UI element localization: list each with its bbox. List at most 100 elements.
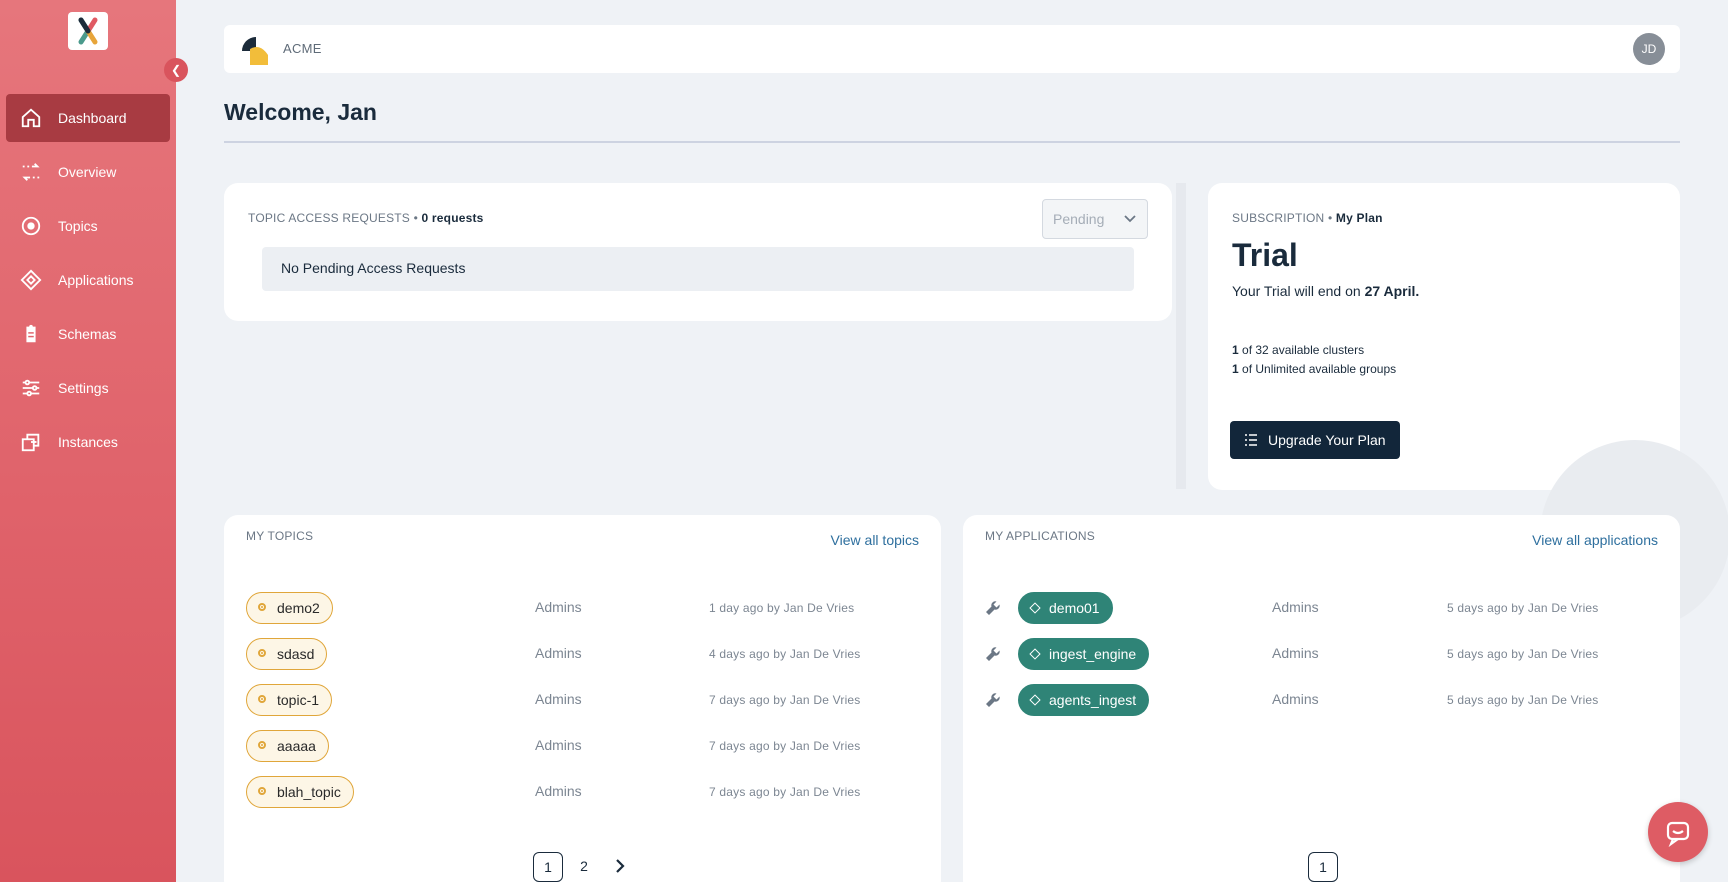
application-chip[interactable]: ingest_engine [1018, 638, 1150, 670]
chat-icon [1666, 821, 1690, 847]
flow-icon [20, 161, 42, 183]
owner-text: Admins [1272, 691, 1319, 707]
table-row: demo01 Admins 5 days ago by Jan De Vries [963, 592, 1680, 624]
table-row: ingest_engine Admins 5 days ago by Jan D… [963, 638, 1680, 670]
trial-end-text: Your Trial will end on 27 April. [1232, 283, 1419, 299]
chevron-right-icon [616, 859, 625, 873]
my-applications-card: MY APPLICATIONS View all applications de… [963, 515, 1680, 882]
updated-text: 4 days ago by Jan De Vries [709, 647, 861, 661]
owner-text: Admins [1272, 645, 1319, 661]
groups-used: 1 [1232, 362, 1239, 376]
sidebar-item-overview[interactable]: Overview [6, 148, 170, 196]
sidebar-collapse-button[interactable]: ❮ [164, 58, 188, 82]
sidebar-item-label: Applications [58, 272, 134, 288]
diamond-icon [20, 269, 42, 291]
wrench-icon [986, 647, 1000, 661]
wrench-icon [986, 601, 1000, 615]
sidebar-item-topics[interactable]: Topics [6, 202, 170, 250]
clusters-text: of 32 available clusters [1242, 343, 1365, 357]
stack-icon [20, 431, 42, 453]
sidebar-item-dashboard[interactable]: Dashboard [6, 94, 170, 142]
topic-chip[interactable]: topic-1 [246, 684, 333, 716]
org-logo [238, 33, 270, 65]
sidebar-item-settings[interactable]: Settings [6, 364, 170, 412]
status-filter-value: Pending [1053, 211, 1105, 227]
sidebar-item-label: Dashboard [58, 110, 127, 126]
table-row: topic-1 Admins 7 days ago by Jan De Vrie… [224, 684, 941, 716]
app-logo[interactable] [68, 12, 108, 50]
table-row: blah_topic Admins 7 days ago by Jan De V… [224, 776, 941, 808]
subscription-header: SUBSCRIPTION • My Plan [1232, 211, 1383, 225]
updated-text: 5 days ago by Jan De Vries [1447, 693, 1599, 707]
table-row: demo2 Admins 1 day ago by Jan De Vries [224, 592, 941, 624]
subscription-title: SUBSCRIPTION [1232, 211, 1325, 225]
access-requests-title: TOPIC ACCESS REQUESTS [248, 211, 411, 225]
application-name: ingest_engine [1049, 646, 1137, 662]
topic-chip[interactable]: blah_topic [246, 776, 354, 808]
subscription-subtitle: My Plan [1335, 211, 1383, 225]
page-button[interactable]: 2 [569, 852, 599, 882]
page-button[interactable]: 1 [533, 852, 563, 882]
updated-text: 7 days ago by Jan De Vries [709, 739, 861, 753]
next-page-button[interactable] [605, 852, 635, 882]
top-bar: ACME JD [224, 25, 1680, 73]
sidebar-item-label: Settings [58, 380, 109, 396]
sidebar-item-instances[interactable]: Instances [6, 418, 170, 466]
owner-text: Admins [1272, 599, 1319, 615]
page-button[interactable]: 1 [1308, 852, 1338, 882]
chevron-left-icon: ❮ [170, 63, 182, 77]
application-name: demo01 [1049, 600, 1100, 616]
updated-text: 5 days ago by Jan De Vries [1447, 601, 1599, 615]
plan-name: Trial [1232, 237, 1298, 273]
sidebar: Dashboard Overview Topics Applications S… [0, 0, 176, 882]
org-name: ACME [283, 41, 322, 56]
table-row: agents_ingest Admins 5 days ago by Jan D… [963, 684, 1680, 716]
diamond-icon [1029, 648, 1041, 660]
groups-text: of Unlimited available groups [1242, 362, 1397, 376]
panel-divider [1176, 183, 1186, 489]
topic-chip[interactable]: sdasd [246, 638, 328, 670]
updated-text: 5 days ago by Jan De Vries [1447, 647, 1599, 661]
application-chip[interactable]: demo01 [1018, 592, 1113, 624]
updated-text: 7 days ago by Jan De Vries [709, 693, 861, 707]
table-row: sdasd Admins 4 days ago by Jan De Vries [224, 638, 941, 670]
access-requests-count: 0 requests [421, 211, 484, 225]
owner-text: Admins [535, 691, 582, 707]
owner-text: Admins [535, 737, 582, 753]
page-title: Welcome, Jan [224, 99, 377, 125]
updated-text: 1 day ago by Jan De Vries [709, 601, 855, 615]
home-icon [20, 107, 42, 129]
status-filter-select[interactable]: Pending [1042, 199, 1148, 239]
wrench-icon [986, 693, 1000, 707]
table-row: aaaaa Admins 7 days ago by Jan De Vries [224, 730, 941, 762]
view-all-applications-link[interactable]: View all applications [1532, 532, 1658, 548]
diamond-icon [1029, 694, 1041, 706]
trial-end-prefix: Your Trial will end on [1232, 283, 1361, 299]
topic-chip[interactable]: demo2 [246, 592, 333, 624]
clipboard-icon [20, 323, 42, 345]
application-name: agents_ingest [1049, 692, 1137, 708]
upgrade-plan-button[interactable]: Upgrade Your Plan [1230, 421, 1400, 459]
title-divider [224, 141, 1680, 143]
topic-chip[interactable]: aaaaa [246, 730, 329, 762]
view-all-topics-link[interactable]: View all topics [831, 532, 919, 548]
target-icon [20, 215, 42, 237]
sidebar-item-label: Instances [58, 434, 118, 450]
clusters-used: 1 [1232, 343, 1239, 357]
owner-text: Admins [535, 783, 582, 799]
avatar[interactable]: JD [1633, 33, 1665, 65]
upgrade-plan-label: Upgrade Your Plan [1268, 432, 1386, 448]
help-chat-button[interactable] [1648, 802, 1708, 862]
cluster-usage: 1 of 32 available clusters [1232, 343, 1364, 357]
owner-text: Admins [535, 599, 582, 615]
sidebar-item-label: Schemas [58, 326, 117, 342]
topics-pagination: 1 2 [533, 852, 641, 882]
application-chip[interactable]: agents_ingest [1018, 684, 1150, 716]
sidebar-item-label: Overview [58, 164, 117, 180]
group-usage: 1 of Unlimited available groups [1232, 362, 1396, 376]
sidebar-item-applications[interactable]: Applications [6, 256, 170, 304]
sidebar-item-schemas[interactable]: Schemas [6, 310, 170, 358]
list-icon [1245, 434, 1257, 446]
sliders-icon [20, 377, 42, 399]
access-requests-card: TOPIC ACCESS REQUESTS • 0 requests Pendi… [224, 183, 1172, 321]
